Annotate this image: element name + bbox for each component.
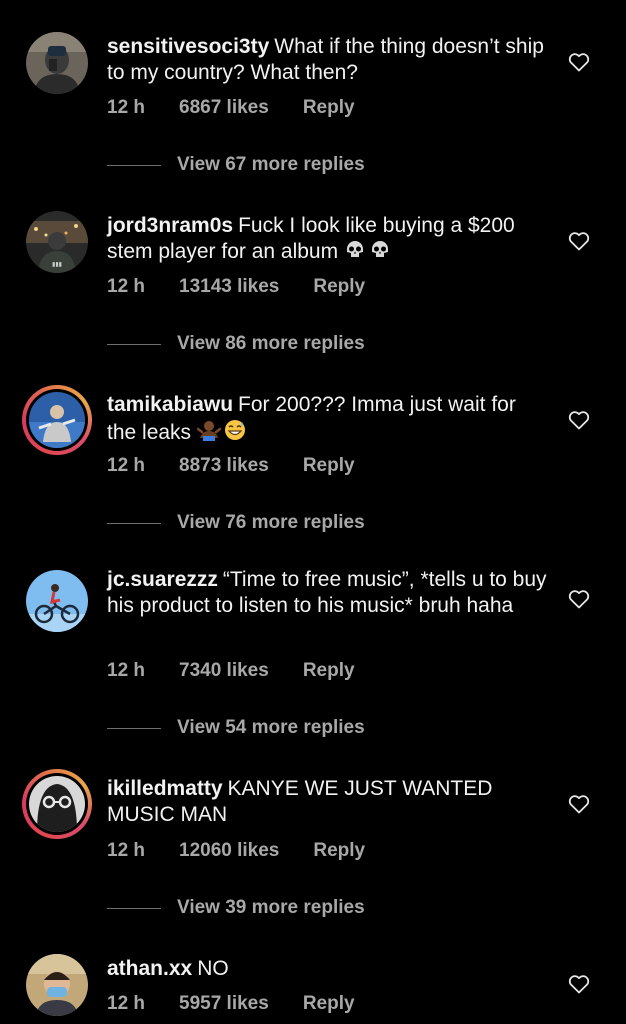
svg-text:▮▮▮: ▮▮▮	[52, 262, 62, 268]
comment-text: sensitivesoci3ty What if the thing doesn’…	[107, 34, 547, 86]
comment-text: jc.suarezzz “Time to free music”, *tells …	[107, 567, 547, 619]
comment-meta: 12 h 12060 likes Reply	[107, 840, 365, 862]
heart-icon[interactable]	[567, 792, 591, 816]
reply-button[interactable]: Reply	[303, 993, 355, 1015]
comment-likes[interactable]: 7340 likes	[179, 660, 269, 682]
comment-time: 12 h	[107, 840, 146, 861]
comment-likes[interactable]: 12060 likes	[179, 840, 279, 862]
divider-line	[107, 522, 161, 524]
comment-username[interactable]: tamikabiawu	[107, 393, 233, 416]
view-replies-label: View 67 more replies	[177, 154, 365, 175]
user-avatar-icon	[26, 954, 88, 1016]
user-avatar-icon: ▮▮▮	[26, 211, 88, 273]
skull-emoji-icon	[371, 241, 388, 257]
heart-icon[interactable]	[567, 50, 591, 74]
comment-meta: 12 h 6867 likes Reply	[107, 97, 355, 119]
avatar[interactable]: ▮▮▮	[26, 211, 88, 273]
user-avatar-icon	[29, 776, 85, 832]
comment-time: 12 h	[107, 455, 146, 476]
comment-username[interactable]: sensitivesoci3ty	[107, 35, 269, 58]
view-replies-label: View 39 more replies	[177, 897, 365, 918]
heart-icon[interactable]	[567, 972, 591, 996]
user-avatar-icon	[26, 32, 88, 94]
comment-likes[interactable]: 5957 likes	[179, 993, 269, 1015]
reply-button[interactable]: Reply	[303, 97, 355, 119]
avatar[interactable]	[26, 570, 88, 632]
reply-button[interactable]: Reply	[313, 840, 365, 862]
view-replies-label: View 76 more replies	[177, 512, 365, 533]
comment-text: ikilledmatty KANYE WE JUST WANTED MUSIC M…	[107, 776, 547, 828]
comment-username[interactable]: ikilledmatty	[107, 777, 223, 800]
comment-text: tamikabiawu For 200??? Imma just wait for…	[107, 392, 547, 446]
comment-time: 12 h	[107, 276, 146, 297]
comment-text: jord3nram0s Fuck I look like buying a $20…	[107, 213, 547, 265]
comment-time: 12 h	[107, 993, 146, 1014]
view-replies-button[interactable]: View 86 more replies	[107, 333, 365, 355]
view-replies-button[interactable]: View 67 more replies	[107, 154, 365, 176]
skull-emoji-icon	[346, 241, 363, 257]
view-replies-button[interactable]: View 39 more replies	[107, 897, 365, 919]
comment-meta: 12 h 8873 likes Reply	[107, 455, 355, 477]
avatar[interactable]	[26, 954, 88, 1016]
heart-icon[interactable]	[567, 229, 591, 253]
comment-username[interactable]: athan.xx	[107, 957, 192, 980]
comment-username[interactable]: jc.suarezzz	[107, 568, 218, 591]
comment-likes[interactable]: 6867 likes	[179, 97, 269, 119]
comment-meta: 12 h 5957 likes Reply	[107, 993, 355, 1015]
comment-body: NO	[197, 957, 229, 980]
avatar[interactable]	[22, 769, 92, 839]
heart-icon[interactable]	[567, 587, 591, 611]
comment-time: 12 h	[107, 97, 146, 118]
divider-line	[107, 727, 161, 729]
view-replies-label: View 54 more replies	[177, 717, 365, 738]
comment-likes[interactable]: 13143 likes	[179, 276, 279, 298]
person-shrugging-emoji-icon	[196, 421, 221, 441]
heart-icon[interactable]	[567, 408, 591, 432]
comment-text: athan.xx NO	[107, 956, 547, 982]
story-ring	[26, 773, 88, 835]
reply-button[interactable]: Reply	[303, 660, 355, 682]
avatar[interactable]	[26, 32, 88, 94]
comment-username[interactable]: jord3nram0s	[107, 214, 233, 237]
comment-meta: 12 h 13143 likes Reply	[107, 276, 365, 298]
user-avatar-icon	[26, 570, 88, 632]
reply-button[interactable]: Reply	[313, 276, 365, 298]
comment-likes[interactable]: 8873 likes	[179, 455, 269, 477]
avatar[interactable]	[22, 385, 92, 455]
comment-time: 12 h	[107, 660, 146, 681]
grinning-sweat-emoji-icon	[224, 420, 245, 440]
view-replies-button[interactable]: View 54 more replies	[107, 717, 365, 739]
user-avatar-icon	[29, 392, 85, 448]
view-replies-label: View 86 more replies	[177, 333, 365, 354]
divider-line	[107, 907, 161, 909]
divider-line	[107, 164, 161, 166]
divider-line	[107, 343, 161, 345]
story-ring	[26, 389, 88, 451]
reply-button[interactable]: Reply	[303, 455, 355, 477]
view-replies-button[interactable]: View 76 more replies	[107, 512, 365, 534]
comment-meta: 12 h 7340 likes Reply	[107, 660, 355, 682]
